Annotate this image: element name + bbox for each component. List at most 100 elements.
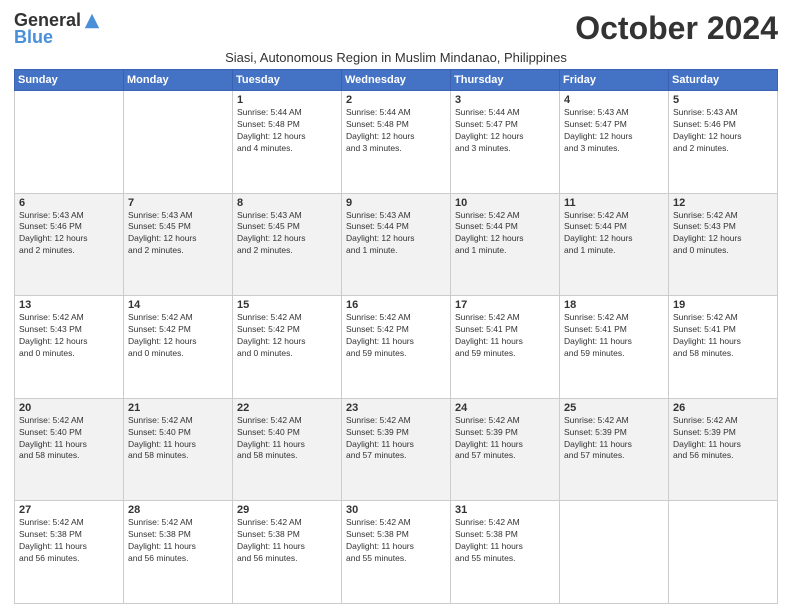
table-row: 28Sunrise: 5:42 AM Sunset: 5:38 PM Dayli…	[124, 501, 233, 604]
table-row: 21Sunrise: 5:42 AM Sunset: 5:40 PM Dayli…	[124, 398, 233, 501]
day-info: Sunrise: 5:43 AM Sunset: 5:44 PM Dayligh…	[346, 210, 446, 258]
table-row: 20Sunrise: 5:42 AM Sunset: 5:40 PM Dayli…	[15, 398, 124, 501]
logo: General Blue	[14, 10, 101, 48]
day-info: Sunrise: 5:43 AM Sunset: 5:46 PM Dayligh…	[673, 107, 773, 155]
table-row: 24Sunrise: 5:42 AM Sunset: 5:39 PM Dayli…	[451, 398, 560, 501]
table-row: 2Sunrise: 5:44 AM Sunset: 5:48 PM Daylig…	[342, 91, 451, 194]
day-info: Sunrise: 5:42 AM Sunset: 5:44 PM Dayligh…	[455, 210, 555, 258]
table-row: 9Sunrise: 5:43 AM Sunset: 5:44 PM Daylig…	[342, 193, 451, 296]
day-number: 2	[346, 94, 446, 106]
day-number: 19	[673, 299, 773, 311]
table-row: 5Sunrise: 5:43 AM Sunset: 5:46 PM Daylig…	[669, 91, 778, 194]
day-number: 21	[128, 402, 228, 414]
day-number: 7	[128, 197, 228, 209]
day-info: Sunrise: 5:44 AM Sunset: 5:48 PM Dayligh…	[237, 107, 337, 155]
day-number: 26	[673, 402, 773, 414]
table-row: 10Sunrise: 5:42 AM Sunset: 5:44 PM Dayli…	[451, 193, 560, 296]
day-info: Sunrise: 5:42 AM Sunset: 5:40 PM Dayligh…	[19, 415, 119, 463]
day-info: Sunrise: 5:42 AM Sunset: 5:43 PM Dayligh…	[673, 210, 773, 258]
col-thursday: Thursday	[451, 70, 560, 91]
col-sunday: Sunday	[15, 70, 124, 91]
logo-icon	[83, 12, 101, 30]
table-row	[15, 91, 124, 194]
day-number: 27	[19, 504, 119, 516]
table-row: 19Sunrise: 5:42 AM Sunset: 5:41 PM Dayli…	[669, 296, 778, 399]
table-row	[560, 501, 669, 604]
table-row: 16Sunrise: 5:42 AM Sunset: 5:42 PM Dayli…	[342, 296, 451, 399]
calendar-header-row: Sunday Monday Tuesday Wednesday Thursday…	[15, 70, 778, 91]
day-number: 8	[237, 197, 337, 209]
table-row: 23Sunrise: 5:42 AM Sunset: 5:39 PM Dayli…	[342, 398, 451, 501]
day-number: 24	[455, 402, 555, 414]
day-info: Sunrise: 5:42 AM Sunset: 5:40 PM Dayligh…	[128, 415, 228, 463]
day-info: Sunrise: 5:42 AM Sunset: 5:38 PM Dayligh…	[19, 517, 119, 565]
calendar-week-row: 6Sunrise: 5:43 AM Sunset: 5:46 PM Daylig…	[15, 193, 778, 296]
table-row: 25Sunrise: 5:42 AM Sunset: 5:39 PM Dayli…	[560, 398, 669, 501]
day-info: Sunrise: 5:42 AM Sunset: 5:42 PM Dayligh…	[128, 312, 228, 360]
day-info: Sunrise: 5:42 AM Sunset: 5:40 PM Dayligh…	[237, 415, 337, 463]
table-row: 3Sunrise: 5:44 AM Sunset: 5:47 PM Daylig…	[451, 91, 560, 194]
table-row: 11Sunrise: 5:42 AM Sunset: 5:44 PM Dayli…	[560, 193, 669, 296]
title-block: October 2024	[575, 10, 778, 47]
table-row: 15Sunrise: 5:42 AM Sunset: 5:42 PM Dayli…	[233, 296, 342, 399]
day-info: Sunrise: 5:43 AM Sunset: 5:45 PM Dayligh…	[128, 210, 228, 258]
day-info: Sunrise: 5:44 AM Sunset: 5:48 PM Dayligh…	[346, 107, 446, 155]
header: General Blue October 2024	[14, 10, 778, 48]
table-row: 6Sunrise: 5:43 AM Sunset: 5:46 PM Daylig…	[15, 193, 124, 296]
table-row	[669, 501, 778, 604]
col-wednesday: Wednesday	[342, 70, 451, 91]
table-row: 13Sunrise: 5:42 AM Sunset: 5:43 PM Dayli…	[15, 296, 124, 399]
calendar-table: Sunday Monday Tuesday Wednesday Thursday…	[14, 69, 778, 604]
day-info: Sunrise: 5:42 AM Sunset: 5:44 PM Dayligh…	[564, 210, 664, 258]
day-info: Sunrise: 5:42 AM Sunset: 5:42 PM Dayligh…	[237, 312, 337, 360]
day-info: Sunrise: 5:42 AM Sunset: 5:41 PM Dayligh…	[673, 312, 773, 360]
day-info: Sunrise: 5:42 AM Sunset: 5:39 PM Dayligh…	[455, 415, 555, 463]
table-row	[124, 91, 233, 194]
day-number: 13	[19, 299, 119, 311]
page: General Blue October 2024 Siasi, Autonom…	[0, 0, 792, 612]
day-info: Sunrise: 5:43 AM Sunset: 5:47 PM Dayligh…	[564, 107, 664, 155]
table-row: 8Sunrise: 5:43 AM Sunset: 5:45 PM Daylig…	[233, 193, 342, 296]
table-row: 1Sunrise: 5:44 AM Sunset: 5:48 PM Daylig…	[233, 91, 342, 194]
day-number: 14	[128, 299, 228, 311]
day-number: 18	[564, 299, 664, 311]
table-row: 29Sunrise: 5:42 AM Sunset: 5:38 PM Dayli…	[233, 501, 342, 604]
day-number: 10	[455, 197, 555, 209]
logo-blue-text: Blue	[14, 27, 53, 48]
day-info: Sunrise: 5:42 AM Sunset: 5:38 PM Dayligh…	[346, 517, 446, 565]
table-row: 14Sunrise: 5:42 AM Sunset: 5:42 PM Dayli…	[124, 296, 233, 399]
day-info: Sunrise: 5:44 AM Sunset: 5:47 PM Dayligh…	[455, 107, 555, 155]
table-row: 17Sunrise: 5:42 AM Sunset: 5:41 PM Dayli…	[451, 296, 560, 399]
calendar-week-row: 27Sunrise: 5:42 AM Sunset: 5:38 PM Dayli…	[15, 501, 778, 604]
day-number: 15	[237, 299, 337, 311]
day-number: 22	[237, 402, 337, 414]
day-info: Sunrise: 5:42 AM Sunset: 5:38 PM Dayligh…	[128, 517, 228, 565]
day-info: Sunrise: 5:42 AM Sunset: 5:39 PM Dayligh…	[564, 415, 664, 463]
col-tuesday: Tuesday	[233, 70, 342, 91]
day-number: 6	[19, 197, 119, 209]
day-number: 28	[128, 504, 228, 516]
day-number: 4	[564, 94, 664, 106]
calendar-week-row: 1Sunrise: 5:44 AM Sunset: 5:48 PM Daylig…	[15, 91, 778, 194]
table-row: 12Sunrise: 5:42 AM Sunset: 5:43 PM Dayli…	[669, 193, 778, 296]
subtitle: Siasi, Autonomous Region in Muslim Minda…	[14, 50, 778, 65]
table-row: 30Sunrise: 5:42 AM Sunset: 5:38 PM Dayli…	[342, 501, 451, 604]
table-row: 22Sunrise: 5:42 AM Sunset: 5:40 PM Dayli…	[233, 398, 342, 501]
day-info: Sunrise: 5:42 AM Sunset: 5:39 PM Dayligh…	[673, 415, 773, 463]
day-info: Sunrise: 5:42 AM Sunset: 5:38 PM Dayligh…	[237, 517, 337, 565]
day-number: 23	[346, 402, 446, 414]
day-number: 9	[346, 197, 446, 209]
day-info: Sunrise: 5:42 AM Sunset: 5:39 PM Dayligh…	[346, 415, 446, 463]
day-info: Sunrise: 5:42 AM Sunset: 5:41 PM Dayligh…	[564, 312, 664, 360]
table-row: 4Sunrise: 5:43 AM Sunset: 5:47 PM Daylig…	[560, 91, 669, 194]
day-number: 17	[455, 299, 555, 311]
month-year-title: October 2024	[575, 10, 778, 47]
day-number: 1	[237, 94, 337, 106]
day-info: Sunrise: 5:42 AM Sunset: 5:38 PM Dayligh…	[455, 517, 555, 565]
day-number: 30	[346, 504, 446, 516]
day-number: 3	[455, 94, 555, 106]
day-number: 11	[564, 197, 664, 209]
day-number: 31	[455, 504, 555, 516]
col-friday: Friday	[560, 70, 669, 91]
day-number: 29	[237, 504, 337, 516]
